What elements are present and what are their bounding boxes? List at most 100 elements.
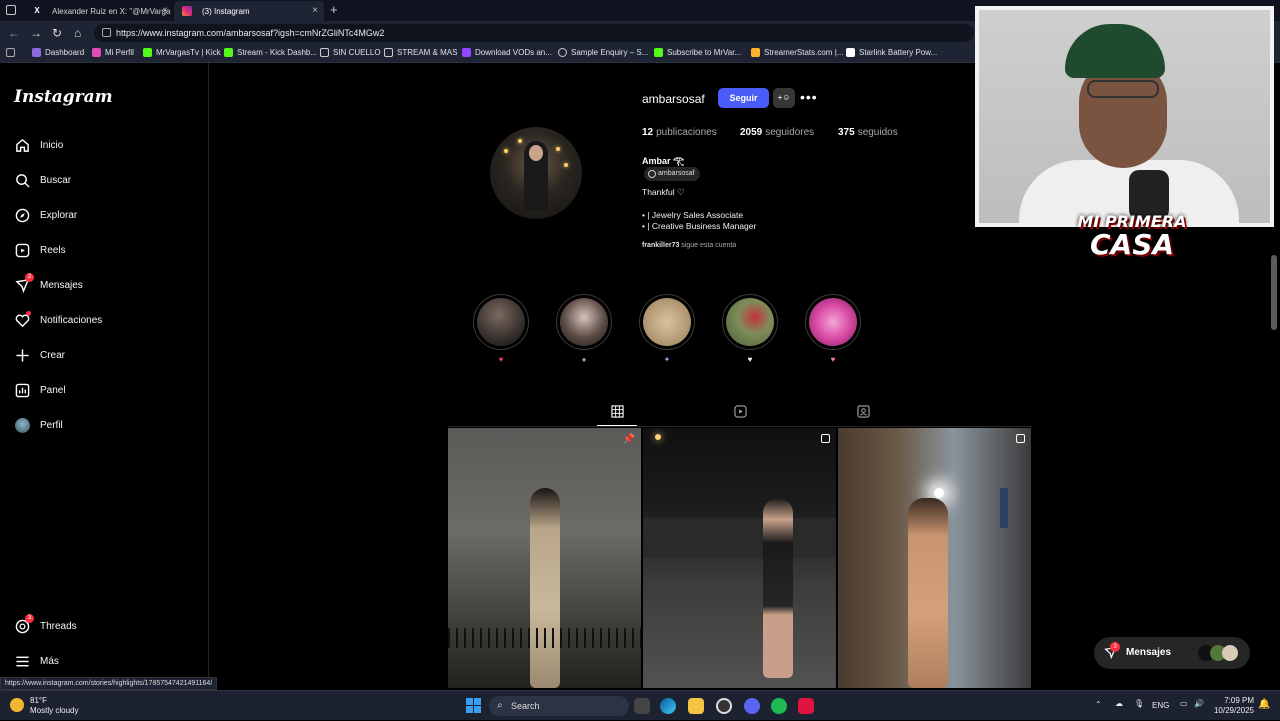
instagram-logo-icon: [182, 6, 192, 16]
app-icon[interactable]: [798, 698, 814, 714]
highlight-label: ♥: [830, 355, 836, 364]
window-menu-icon[interactable]: [6, 5, 16, 15]
sidebar-item-perfil[interactable]: Perfil: [14, 415, 63, 435]
tab-tagged[interactable]: [843, 405, 883, 421]
new-tab-button[interactable]: +: [330, 2, 338, 17]
story-highlight[interactable]: [639, 294, 695, 350]
sidebar-item-mas[interactable]: Más: [14, 651, 59, 671]
obs-icon[interactable]: [716, 698, 732, 714]
messages-drawer-button[interactable]: 3 Mensajes: [1094, 637, 1250, 669]
sidebar-item-reels[interactable]: Reels: [14, 240, 66, 260]
chevron-up-icon[interactable]: ⌃: [1095, 700, 1102, 709]
sidebar-item-crear[interactable]: Crear: [14, 345, 65, 365]
bookmark-folder[interactable]: STREAM & MAS: [384, 48, 457, 57]
bookmark-item[interactable]: MrVargasTv | Kick: [143, 48, 221, 57]
home-icon[interactable]: ⌂: [74, 26, 81, 40]
tab-title: (3) Instagram: [202, 6, 250, 16]
tabs-divider: [448, 426, 1032, 427]
start-button[interactable]: [466, 698, 481, 713]
profile-full-name: Ambar 𓂀: [642, 156, 685, 166]
bookmark-item[interactable]: Dashboard: [32, 48, 84, 57]
reels-icon: [733, 405, 747, 418]
discord-icon[interactable]: [744, 698, 760, 714]
sidebar-item-explorar[interactable]: Explorar: [14, 205, 77, 225]
site-info-icon[interactable]: [102, 28, 111, 37]
page-scrollbar[interactable]: [1271, 255, 1277, 330]
bookmark-item[interactable]: Subscribe to MrVar...: [654, 48, 741, 57]
post-tile[interactable]: [643, 428, 836, 688]
sidebar-item-notificaciones[interactable]: Notificaciones: [14, 310, 102, 330]
post-tile[interactable]: [838, 428, 1031, 688]
sidebar-item-threads[interactable]: 3 Threads: [14, 614, 77, 636]
plus-icon: [14, 347, 30, 363]
story-highlight[interactable]: [805, 294, 861, 350]
file-explorer-icon[interactable]: [688, 698, 704, 714]
bio-line: • | Creative Business Manager: [642, 221, 757, 231]
cloud-icon[interactable]: ☁: [1115, 699, 1123, 708]
bookmark-item[interactable]: Sample Enquiry – S...: [558, 48, 648, 57]
profile-avatar[interactable]: [490, 127, 582, 219]
carousel-icon: [1016, 434, 1025, 443]
more-options-icon[interactable]: •••: [800, 89, 818, 105]
posts-count: 12 publicaciones: [642, 127, 717, 138]
suggested-accounts-button[interactable]: +☺: [773, 88, 795, 108]
microphone-icon[interactable]: 🎙: [1134, 699, 1144, 708]
windows-taskbar: 81°F Mostly cloudy ⌕ Search ⌃ ☁ 🎙 ENG ▭ …: [0, 690, 1280, 720]
sidebar-item-panel[interactable]: Panel: [14, 380, 66, 400]
bookmark-item[interactable]: Starlink Battery Pow...: [846, 48, 937, 57]
profile-username: ambarsosaf: [642, 92, 705, 106]
edge-icon[interactable]: [660, 698, 676, 714]
instagram-wordmark[interactable]: Instagram: [14, 87, 113, 107]
sidebar-item-inicio[interactable]: Inicio: [14, 135, 63, 155]
tab-instagram[interactable]: (3) Instagram ×: [174, 1, 324, 21]
sidebar-item-mensajes[interactable]: 3 Mensajes: [14, 273, 83, 295]
grid-icon: [610, 405, 624, 418]
volume-icon[interactable]: 🔊: [1194, 699, 1204, 708]
language-indicator[interactable]: ENG: [1152, 701, 1169, 710]
tab-posts[interactable]: [597, 405, 637, 421]
compass-icon: [14, 207, 30, 223]
messages-label: Mensajes: [1126, 647, 1172, 658]
address-bar[interactable]: https://www.instagram.com/ambarsosaf?igs…: [94, 24, 974, 42]
follow-button[interactable]: Seguir: [718, 88, 769, 108]
notification-dot: [26, 311, 31, 316]
tab-x-post[interactable]: X Alexander Ruiz en X: "@MrVarga ×: [24, 1, 174, 21]
followers-count[interactable]: 2059 seguidores: [740, 127, 814, 138]
close-tab-icon[interactable]: ×: [312, 5, 318, 16]
sidebar-item-label: Inicio: [40, 139, 64, 151]
system-clock[interactable]: 7:09 PM 10/29/2025: [1212, 696, 1254, 716]
bookmark-item[interactable]: Mi Perfil: [92, 48, 134, 57]
notification-icon[interactable]: 🔔: [1258, 699, 1270, 710]
pinned-icon: 📌: [622, 434, 635, 445]
task-view-icon[interactable]: [634, 698, 650, 714]
network-icon[interactable]: ▭: [1180, 699, 1188, 708]
reload-icon[interactable]: ↻: [52, 26, 62, 40]
bio-line: Thankful ♡: [642, 187, 685, 197]
menu-icon: [14, 653, 30, 669]
close-tab-icon[interactable]: ×: [162, 5, 168, 16]
story-highlight[interactable]: [722, 294, 778, 350]
forward-arrow-icon[interactable]: →: [30, 26, 42, 40]
bookmark-item[interactable]: Stream - Kick Dashb...: [224, 48, 317, 57]
threads-handle-link[interactable]: ambarsosaf: [644, 167, 700, 181]
sidebar-item-label: Threads: [40, 620, 77, 632]
sidebar-item-buscar[interactable]: Buscar: [14, 170, 71, 190]
taskbar-search[interactable]: ⌕ Search: [489, 696, 629, 716]
followed-by-text[interactable]: frankiller73 sigue esta cuenta: [642, 242, 736, 249]
bookmark-item[interactable]: StreamerStats.com |...: [751, 48, 843, 57]
story-highlight[interactable]: [556, 294, 612, 350]
story-highlight[interactable]: [473, 294, 529, 350]
bookmark-folder[interactable]: SIN CUELLO: [320, 48, 381, 57]
bookmark-item[interactable]: Download VODs an...: [462, 48, 552, 57]
carousel-icon: [821, 434, 830, 443]
post-tile[interactable]: 📌: [448, 428, 641, 688]
weather-widget[interactable]: 81°F Mostly cloudy: [10, 696, 78, 716]
following-count[interactable]: 375 seguidos: [838, 127, 898, 138]
sidebar-item-label: Panel: [40, 384, 66, 396]
tab-reels[interactable]: [720, 405, 760, 421]
home-icon: [14, 137, 30, 153]
highlight-label: ♥: [498, 355, 504, 364]
back-arrow-icon[interactable]: ←: [8, 26, 20, 40]
spotify-icon[interactable]: [771, 698, 787, 714]
bookmarks-menu-icon[interactable]: [6, 48, 19, 57]
